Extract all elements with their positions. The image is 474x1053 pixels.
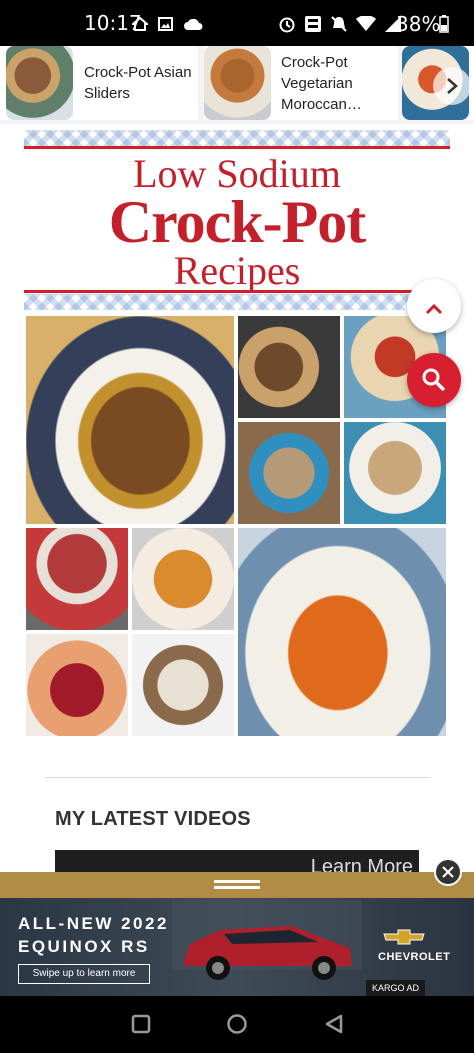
scroll-to-top-button[interactable] xyxy=(407,279,461,333)
related-thumb xyxy=(6,46,73,120)
system-navigation-bar xyxy=(0,996,474,1053)
collage-tile-pork-chop xyxy=(236,526,448,738)
battery-percent: 38% xyxy=(396,12,441,36)
banner-line-3: Recipes xyxy=(173,248,301,293)
status-bar: 10:17 38% xyxy=(0,0,474,46)
red-line-bottom xyxy=(24,290,450,293)
collage-tile-casserole xyxy=(130,632,236,738)
ad-headline-1: ALL-NEW 2022 xyxy=(18,914,169,933)
alarm-icon xyxy=(279,17,295,33)
latest-videos-heading: MY LATEST VIDEOS xyxy=(55,808,251,830)
volte-icon xyxy=(305,16,321,32)
home-icon[interactable] xyxy=(226,1013,248,1035)
related-posts-strip: Crock-Pot Asian Sliders Crock-Pot Vegeta… xyxy=(0,46,474,124)
related-next-button[interactable] xyxy=(433,67,471,105)
close-icon xyxy=(442,866,454,878)
related-title: Crock-Pot Vegetarian Moroccan… xyxy=(281,54,362,113)
back-icon[interactable] xyxy=(324,1014,344,1034)
collage-tile-stroganoff xyxy=(236,420,342,526)
ad-handle-line xyxy=(214,880,260,883)
collage-tile-chicken-rice xyxy=(342,420,448,526)
wifi-icon xyxy=(356,16,376,31)
chevron-up-icon xyxy=(425,303,443,315)
ad-close-button[interactable] xyxy=(434,858,462,886)
chevrolet-logo-icon xyxy=(383,929,425,945)
ad-network-badge[interactable]: KARGO AD xyxy=(366,980,426,996)
collage-tile-taco-meat xyxy=(24,314,236,526)
mute-icon xyxy=(331,16,347,32)
ad-cta-button[interactable]: Swipe up to learn more xyxy=(18,964,150,984)
related-title: Crock-Pot Asian Sliders xyxy=(84,64,192,102)
collage-tile-applesauce xyxy=(24,526,130,632)
collage-tile-apples xyxy=(130,526,236,632)
section-divider xyxy=(44,777,430,778)
ad-drag-bar[interactable] xyxy=(0,872,474,898)
search-button[interactable] xyxy=(407,353,461,407)
related-card-moroccan[interactable]: Crock-Pot Vegetarian Moroccan… xyxy=(204,46,398,120)
car-image xyxy=(172,900,362,980)
battery-icon xyxy=(439,15,449,33)
ad-brand-name: CHEVROLET xyxy=(378,951,451,963)
recipe-collage-image xyxy=(24,314,450,740)
collage-tile-candy-apples xyxy=(24,632,130,738)
cloud-icon xyxy=(184,18,203,30)
plaid-border-top xyxy=(24,130,450,146)
related-thumb xyxy=(204,46,271,120)
chevron-right-icon xyxy=(447,78,458,94)
image-icon xyxy=(158,17,173,31)
search-icon xyxy=(422,368,446,392)
home-icon xyxy=(132,17,148,31)
collage-tile-sandwich xyxy=(236,314,342,420)
plaid-border-bottom xyxy=(24,294,450,310)
ad-headline-2: EQUINOX RS xyxy=(18,937,150,956)
ad-handle-line xyxy=(214,886,260,889)
red-line-top xyxy=(24,146,450,149)
recents-icon[interactable] xyxy=(131,1014,151,1034)
recipe-title-banner: Low Sodium Crock-Pot Recipes xyxy=(24,130,450,310)
related-card-asian-sliders[interactable]: Crock-Pot Asian Sliders xyxy=(0,46,198,120)
